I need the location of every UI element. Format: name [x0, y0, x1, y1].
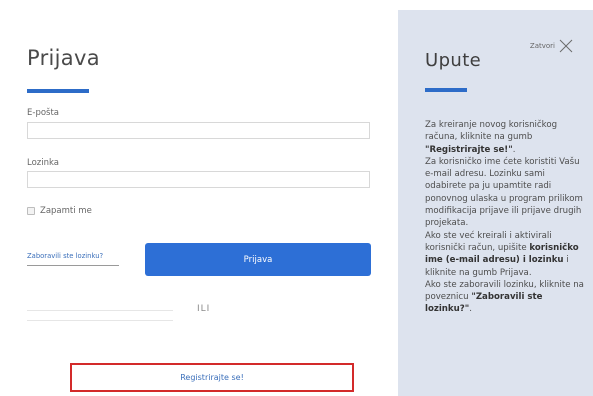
- separator-line: [27, 310, 173, 311]
- separator-text: ILI: [197, 304, 211, 314]
- instruction-login: Ako ste već kreirali i aktivirali korisn…: [425, 230, 579, 278]
- register-button[interactable]: Registrirajte se!: [70, 363, 354, 392]
- panel-title: Upute: [425, 50, 482, 71]
- instruction-register: Za kreiranje novog korisničkog računa, k…: [425, 120, 558, 155]
- password-field[interactable]: [27, 171, 370, 188]
- instruction-username: Za korisničko ime ćete koristiti Vašu e-…: [425, 156, 583, 229]
- instructions-text: Za kreiranje novog korisničkog računa, k…: [425, 119, 585, 316]
- login-button[interactable]: Prijava: [145, 243, 371, 276]
- page-title: Prijava: [27, 46, 100, 70]
- remember-checkbox[interactable]: [27, 207, 35, 215]
- close-icon[interactable]: [559, 39, 573, 53]
- email-label: E-pošta: [27, 108, 60, 118]
- login-form: Prijava E-pošta Lozinka Zapamti me Zabor…: [0, 0, 398, 396]
- remember-label: Zapamti me: [40, 206, 92, 216]
- forgot-password-link[interactable]: Zaboravili ste lozinku?: [27, 252, 119, 266]
- title-underline: [27, 89, 89, 93]
- separator-line-secondary: [27, 320, 173, 321]
- panel-title-underline: [425, 88, 467, 92]
- instructions-panel: Zatvori Upute Za kreiranje novog korisni…: [398, 10, 593, 396]
- remember-me[interactable]: Zapamti me: [27, 206, 92, 216]
- email-field[interactable]: [27, 122, 370, 139]
- password-label: Lozinka: [27, 158, 59, 168]
- close-label: Zatvori: [529, 42, 555, 50]
- close-button[interactable]: Zatvori: [530, 39, 573, 53]
- instruction-forgot: Ako ste zaboravili lozinku, kliknite na …: [425, 279, 584, 315]
